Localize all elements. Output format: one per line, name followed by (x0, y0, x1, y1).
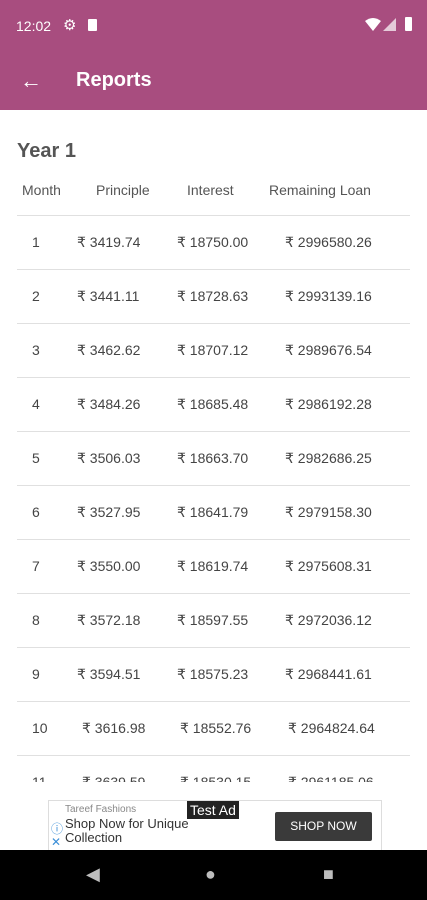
cell-remaining-loan: ₹ 2972036.12 (285, 612, 372, 628)
cell-month: 4 (32, 396, 40, 412)
ad-headline: Shop Now for Unique Collection (65, 816, 189, 845)
table-header: Month Principle Interest Remaining Loan (0, 182, 427, 202)
table-row: 10 ₹ 3616.98 ₹ 18552.76 ₹ 2964824.64 (0, 720, 427, 740)
row-divider (17, 431, 410, 432)
status-time: 12:02 (16, 18, 52, 34)
row-divider (17, 701, 410, 702)
row-divider (17, 593, 410, 594)
sd-card-icon (88, 19, 97, 31)
cell-principle: ₹ 3550.00 (77, 558, 141, 574)
cell-principle: ₹ 3506.03 (77, 450, 141, 466)
header-remaining-loan: Remaining Loan (269, 182, 371, 198)
table-row: 11 ₹ 3639.59 ₹ 18530.15 ₹ 2961185.06 (0, 774, 427, 782)
cell-remaining-loan: ₹ 2996580.26 (285, 234, 372, 250)
report-content[interactable]: Year 1 Month Principle Interest Remainin… (0, 110, 427, 782)
wifi-icon (365, 18, 381, 31)
cell-principle: ₹ 3616.98 (82, 720, 146, 736)
table-row: 4 ₹ 3484.26 ₹ 18685.48 ₹ 2986192.28 (0, 396, 427, 416)
cell-month: 11 (32, 774, 47, 782)
cell-month: 7 (32, 558, 40, 574)
header-interest: Interest (187, 182, 234, 198)
battery-icon (405, 17, 412, 31)
cell-interest: ₹ 18728.63 (177, 288, 249, 304)
row-divider (17, 485, 410, 486)
home-circle-icon[interactable]: ● (205, 864, 216, 885)
cell-interest: ₹ 18619.74 (177, 558, 249, 574)
signal-icon (383, 18, 396, 31)
cell-interest: ₹ 18685.48 (177, 396, 249, 412)
cell-month: 5 (32, 450, 40, 466)
cell-month: 3 (32, 342, 40, 358)
row-divider (17, 215, 410, 216)
cell-month: 9 (32, 666, 40, 682)
year-heading: Year 1 (17, 140, 76, 162)
cell-remaining-loan: ₹ 2961185.06 (288, 774, 374, 782)
row-divider (17, 323, 410, 324)
row-divider (17, 377, 410, 378)
row-divider (17, 269, 410, 270)
row-divider (17, 647, 410, 648)
cell-remaining-loan: ₹ 2968441.61 (285, 666, 372, 682)
cell-principle: ₹ 3484.26 (77, 396, 141, 412)
row-divider (17, 755, 410, 756)
table-row: 6 ₹ 3527.95 ₹ 18641.79 ₹ 2979158.30 (0, 504, 427, 524)
gear-icon: ⚙ (63, 17, 77, 34)
cell-interest: ₹ 18707.12 (177, 342, 249, 358)
cell-remaining-loan: ₹ 2986192.28 (285, 396, 372, 412)
cell-principle: ₹ 3572.18 (77, 612, 141, 628)
cell-interest: ₹ 18575.23 (177, 666, 249, 682)
cell-month: 10 (32, 720, 48, 736)
cell-principle: ₹ 3419.74 (77, 234, 141, 250)
cell-remaining-loan: ₹ 2975608.31 (285, 558, 372, 574)
table-row: 9 ₹ 3594.51 ₹ 18575.23 ₹ 2968441.61 (0, 666, 427, 686)
cell-month: 1 (32, 234, 40, 250)
cell-interest: ₹ 18750.00 (177, 234, 249, 250)
cell-principle: ₹ 3462.62 (77, 342, 141, 358)
cell-principle: ₹ 3527.95 (77, 504, 141, 520)
cell-remaining-loan: ₹ 2993139.16 (285, 288, 372, 304)
cell-principle: ₹ 3639.59 (82, 774, 146, 782)
header-month: Month (22, 182, 61, 198)
recents-square-icon[interactable]: ■ (323, 864, 334, 885)
cell-month: 6 (32, 504, 40, 520)
status-bar: 12:02 ⚙ (0, 0, 427, 52)
ad-banner[interactable]: Tareef Fashions Test Ad ⓘ ✕ Shop Now for… (48, 800, 382, 852)
table-row: 7 ₹ 3550.00 ₹ 18619.74 ₹ 2975608.31 (0, 558, 427, 578)
cell-remaining-loan: ₹ 2979158.30 (285, 504, 372, 520)
cell-interest: ₹ 18641.79 (177, 504, 249, 520)
table-row: 1 ₹ 3419.74 ₹ 18750.00 ₹ 2996580.26 (0, 234, 427, 254)
close-icon[interactable]: ✕ (51, 835, 61, 849)
app-bar: ← Reports (0, 52, 427, 110)
ad-banner-area: Tareef Fashions Test Ad ⓘ ✕ Shop Now for… (0, 782, 427, 852)
table-row: 5 ₹ 3506.03 ₹ 18663.70 ₹ 2982686.25 (0, 450, 427, 470)
arrow-back-icon[interactable]: ← (20, 68, 42, 94)
header-principle: Principle (96, 182, 150, 198)
cell-interest: ₹ 18597.55 (177, 612, 249, 628)
table-row: 3 ₹ 3462.62 ₹ 18707.12 ₹ 2989676.54 (0, 342, 427, 362)
system-nav-bar: ◀ ● ■ (0, 850, 427, 900)
cell-month: 8 (32, 612, 40, 628)
row-divider (17, 539, 410, 540)
page-title: Reports (76, 69, 152, 91)
shop-now-button[interactable]: SHOP NOW (275, 812, 372, 841)
cell-remaining-loan: ₹ 2982686.25 (285, 450, 372, 466)
cell-interest: ₹ 18663.70 (177, 450, 249, 466)
back-triangle-icon[interactable]: ◀ (86, 864, 100, 885)
cell-principle: ₹ 3441.11 (77, 288, 140, 304)
cell-interest: ₹ 18530.15 (180, 774, 252, 782)
cell-month: 2 (32, 288, 40, 304)
ad-brand: Tareef Fashions (65, 804, 137, 815)
cell-remaining-loan: ₹ 2989676.54 (285, 342, 372, 358)
table-row: 2 ₹ 3441.11 ₹ 18728.63 ₹ 2993139.16 (0, 288, 427, 308)
table-row: 8 ₹ 3572.18 ₹ 18597.55 ₹ 2972036.12 (0, 612, 427, 632)
cell-principle: ₹ 3594.51 (77, 666, 141, 682)
cell-remaining-loan: ₹ 2964824.64 (288, 720, 375, 736)
cell-interest: ₹ 18552.76 (180, 720, 252, 736)
